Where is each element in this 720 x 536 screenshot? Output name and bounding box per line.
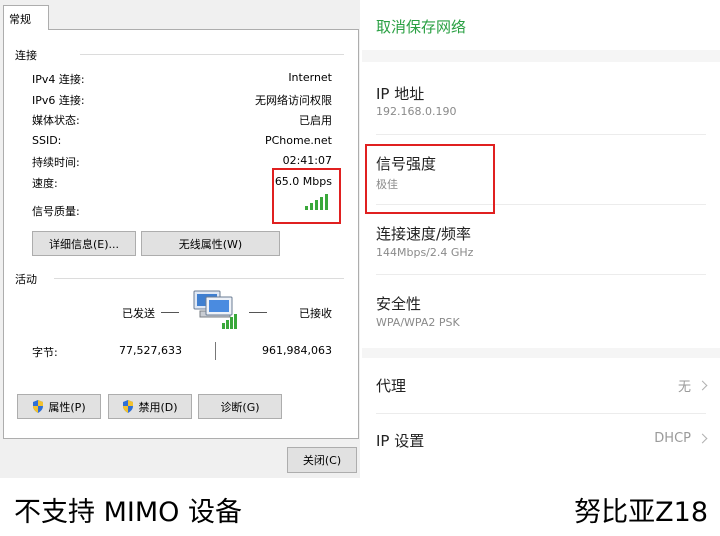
- divider: [376, 274, 706, 275]
- network-computer-icon: [192, 289, 240, 335]
- media-state-value: 已启用: [299, 114, 332, 127]
- group-activity-label: 活动: [15, 271, 41, 287]
- duration-value: 02:41:07: [282, 154, 332, 167]
- caption-left: 不支持 MIMO 设备: [14, 497, 242, 528]
- android-wifi-details: 取消保存网络 IP 地址 192.168.0.190 信号强度 极佳 连接速度/…: [362, 0, 720, 478]
- bytes-sent-value: 77,527,633: [119, 344, 182, 357]
- speed-highlight-box: [272, 168, 341, 224]
- ipv4-label: IPv4 连接:: [32, 73, 85, 86]
- ip-settings-row[interactable]: IP 设置 DHCP: [362, 414, 720, 470]
- disable-button[interactable]: 禁用(D): [108, 394, 192, 419]
- chevron-right-icon: [697, 433, 708, 444]
- sent-dash: [161, 312, 179, 313]
- bytes-received-value: 961,984,063: [262, 344, 332, 357]
- details-button[interactable]: 详细信息(E)...: [32, 231, 136, 256]
- network-settings-card: 代理 无 IP 设置 DHCP: [362, 358, 720, 478]
- link-speed-highlight-box: [365, 144, 495, 214]
- link-speed-title: 连接速度/频率: [376, 225, 472, 243]
- ip-address-value: 192.168.0.190: [376, 105, 457, 118]
- proxy-value: 无: [677, 380, 691, 395]
- security-title: 安全性: [376, 295, 422, 313]
- disable-button-label: 禁用(D): [138, 400, 178, 414]
- chevron-right-icon: [697, 380, 708, 391]
- received-dash: [249, 312, 267, 313]
- uac-shield-icon: [122, 400, 134, 413]
- ip-settings-title: IP 设置: [376, 432, 425, 450]
- wireless-properties-button[interactable]: 无线属性(W): [141, 231, 280, 256]
- ipv6-value: 无网络访问权限: [255, 94, 332, 107]
- properties-button[interactable]: 属性(P): [17, 394, 101, 419]
- signal-quality-label: 信号质量:: [32, 205, 80, 218]
- link-speed-value: 144Mbps/2.4 GHz: [376, 246, 474, 259]
- wlan-status-dialog: 常规 连接 IPv4 连接: Internet IPv6 连接: 无网络访问权限…: [0, 0, 360, 478]
- tab-general[interactable]: 常规: [3, 5, 49, 30]
- speed-label: 速度:: [32, 177, 58, 190]
- forget-network-card: 取消保存网络: [362, 0, 720, 50]
- caption-right: 努比亚Z18: [574, 497, 708, 528]
- security-value: WPA/WPA2 PSK: [376, 316, 460, 329]
- forget-network-button[interactable]: 取消保存网络: [376, 16, 466, 37]
- divider: [376, 134, 706, 135]
- bytes-label: 字节:: [32, 346, 58, 359]
- group-connection-label: 连接: [15, 47, 41, 63]
- general-panel: 连接 IPv4 连接: Internet IPv6 连接: 无网络访问权限 媒体…: [3, 29, 359, 439]
- ipv4-value: Internet: [288, 71, 332, 84]
- proxy-row[interactable]: 代理 无: [362, 358, 720, 414]
- group-divider: [80, 54, 344, 55]
- activity-divider: [215, 342, 216, 360]
- close-button[interactable]: 关闭(C): [287, 447, 357, 473]
- duration-label: 持续时间:: [32, 156, 80, 169]
- properties-button-label: 属性(P): [48, 400, 86, 414]
- group-divider: [54, 278, 344, 279]
- uac-shield-icon: [32, 400, 44, 413]
- proxy-title: 代理: [376, 377, 407, 395]
- ip-address-title: IP 地址: [376, 85, 425, 103]
- received-label: 已接收: [299, 307, 332, 320]
- media-state-label: 媒体状态:: [32, 114, 80, 127]
- proxy-value-group: 无: [677, 376, 708, 395]
- ip-settings-value-group: DHCP: [654, 431, 708, 446]
- sent-label: 已发送: [122, 307, 155, 320]
- ssid-label: SSID:: [32, 134, 62, 147]
- ipv6-label: IPv6 连接:: [32, 94, 85, 107]
- ip-settings-value: DHCP: [654, 431, 691, 446]
- diagnose-button[interactable]: 诊断(G): [198, 394, 282, 419]
- ssid-value: PChome.net: [264, 134, 332, 147]
